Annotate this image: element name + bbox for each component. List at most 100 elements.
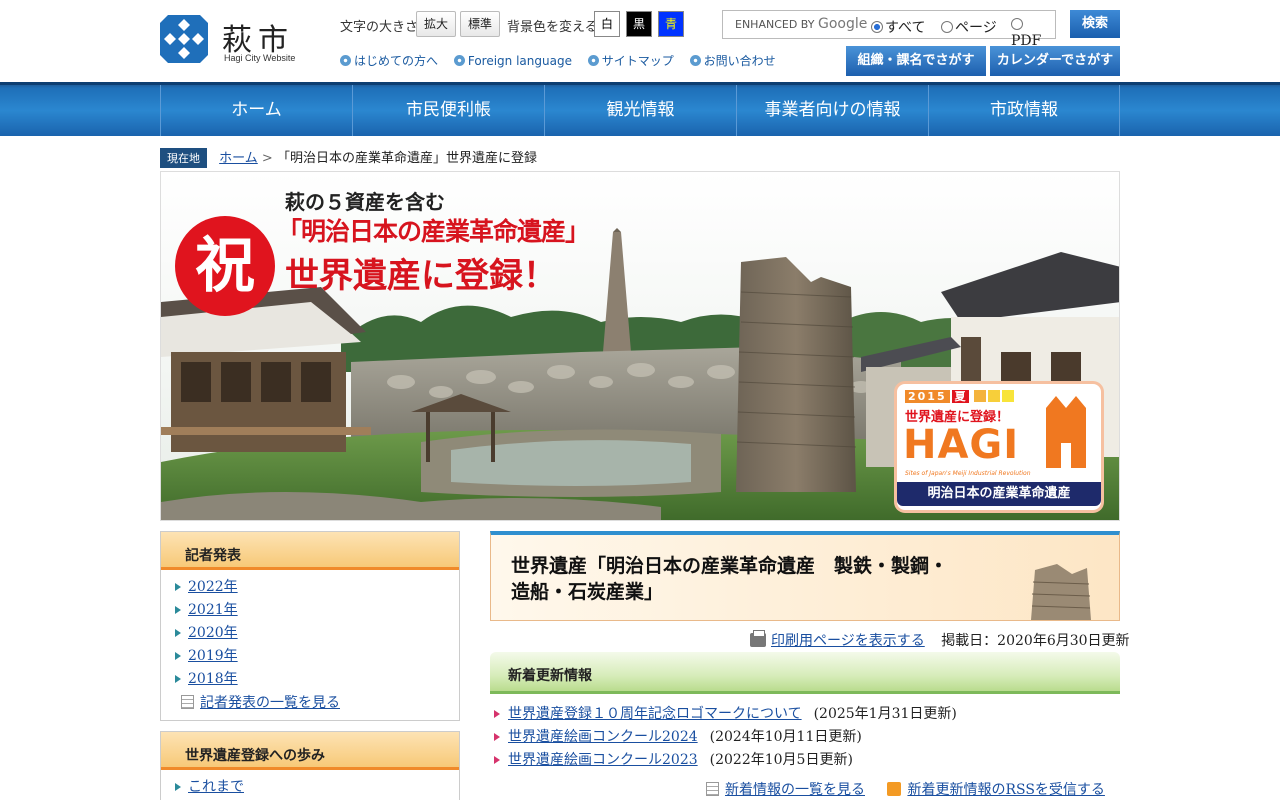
arrow-icon (175, 606, 181, 614)
bullet-icon (453, 55, 465, 66)
logo-subtitle: Hagi City Website (224, 53, 296, 63)
press-list-link[interactable]: 記者発表の一覧を見る (200, 695, 340, 711)
heritage-history-link[interactable]: これまで (188, 779, 244, 795)
page-title-box: 世界遺産「明治日本の産業革命遺産 製鉄・製鋼・造船・石炭産業」 (490, 531, 1120, 621)
calendar-search-button[interactable]: カレンダーでさがす (990, 46, 1120, 76)
hero-line2: 「明治日本の産業革命遺産」 (277, 217, 590, 246)
badge-year: 2015 (905, 390, 950, 403)
radio-icon (941, 21, 953, 33)
printer-icon (750, 630, 766, 647)
search-button[interactable]: 検索 (1070, 10, 1120, 38)
news-header: 新着更新情報 (490, 652, 1120, 694)
badge-season: 夏 (951, 390, 969, 403)
global-nav: ホーム 市民便利帳 観光情報 事業者向けの情報 市政情報 (0, 82, 1280, 136)
badge-english: Sites of Japan's Meiji Industrial Revolu… (905, 470, 1031, 477)
chimney-ruin-icon (1031, 564, 1091, 620)
heritage-steps-box: 世界遺産登録への歩み これまで (160, 731, 460, 800)
news-list: 世界遺産登録１０周年記念ロゴマークについて (2025年1月31日更新) 世界遺産… (494, 703, 957, 772)
nav-tourism[interactable]: 観光情報 (544, 85, 736, 136)
news-item: 世界遺産登録１０周年記念ロゴマークについて (2025年1月31日更新) (494, 703, 957, 726)
news-link-contest-2024[interactable]: 世界遺産絵画コンクール2024 (508, 729, 698, 745)
triangle-icon (494, 756, 500, 764)
hero-banner: 祝 萩の５資産を含む 「明治日本の産業革命遺産」 世界遺産に登録！ 2015 夏 … (160, 171, 1120, 521)
heritage-steps-list: これまで (161, 770, 459, 799)
bullet-icon (587, 55, 599, 66)
arrow-icon (175, 783, 181, 791)
rss-icon (887, 782, 902, 796)
breadcrumb-home-link[interactable]: ホーム (219, 151, 258, 166)
nav-home[interactable]: ホーム (160, 85, 352, 136)
press-2021-link[interactable]: 2021年 (188, 602, 238, 618)
list-item: これまで (175, 776, 459, 799)
chimney-icon (1046, 396, 1086, 468)
list-item: 2018年 (175, 668, 459, 691)
news-footer: 新着情報の一覧を見る 新着更新情報のRSSを受信する (706, 779, 1105, 799)
font-standard-button[interactable]: 標準 (460, 11, 500, 37)
list-item: 2019年 (175, 645, 459, 668)
triangle-icon (494, 733, 500, 741)
arrow-icon (175, 675, 181, 683)
celebrate-badge: 祝 (175, 216, 275, 316)
news-list-link[interactable]: 新着情報の一覧を見る (725, 782, 865, 798)
search-scope-pdf-radio[interactable]: PDF (1011, 17, 1055, 49)
press-more: 記者発表の一覧を見る (161, 691, 459, 715)
press-2020-link[interactable]: 2020年 (188, 625, 238, 641)
site-header: 萩市 Hagi City Website 文字の大きさ 拡大 標準 背景色を変え… (0, 0, 1280, 82)
list-item: 2020年 (175, 622, 459, 645)
hero-line3: 世界遺産に登録！ (285, 256, 557, 296)
font-size-label: 文字の大きさ (340, 20, 419, 35)
press-release-list: 2022年 2021年 2020年 2019年 2018年 (161, 570, 459, 691)
news-item: 世界遺産絵画コンクール2023 (2022年10月5日更新) (494, 749, 957, 772)
page-title: 世界遺産「明治日本の産業革命遺産 製鉄・製鋼・造船・石炭産業」 (511, 555, 949, 603)
bg-white-button[interactable]: 白 (594, 11, 620, 37)
bg-black-button[interactable]: 黒 (626, 11, 652, 37)
badge-japanese: 明治日本の産業革命遺産 (897, 482, 1101, 506)
search-input[interactable]: ENHANCED BY Google すべて ページ PDF (722, 10, 1056, 49)
hero-line1: 萩の５資産を含む (285, 190, 445, 214)
bullet-icon (340, 55, 351, 66)
list-item: 2021年 (175, 599, 459, 622)
bg-blue-button[interactable]: 青 (658, 11, 684, 37)
breadcrumb-current: 「明治日本の産業革命遺産」世界遺産に登録 (276, 151, 537, 166)
nav-city-admin[interactable]: 市政情報 (928, 85, 1120, 136)
header-sublinks: はじめての方へ Foreign language サイトマップ お問い合わせ (340, 52, 788, 69)
breadcrumb: 現在地 ホーム > 「明治日本の産業革命遺産」世界遺産に登録 (160, 147, 537, 168)
press-release-header: 記者発表 (161, 532, 459, 570)
breadcrumb-separator: > (261, 151, 273, 166)
nav-citizen-guide[interactable]: 市民便利帳 (352, 85, 544, 136)
site-logo[interactable]: 萩市 Hagi City Website (160, 15, 310, 67)
google-branding: ENHANCED BY Google (735, 16, 868, 32)
radio-checked-icon (871, 21, 883, 33)
badge-hagi: HAGI (903, 422, 1020, 468)
arrow-icon (175, 652, 181, 660)
print-page-link[interactable]: 印刷用ページを表示する (771, 633, 925, 649)
sitemap-link[interactable]: サイトマップ (587, 52, 674, 69)
breadcrumb-here-label: 現在地 (160, 148, 207, 168)
bullet-icon (689, 55, 701, 66)
radio-icon (1011, 18, 1023, 30)
arrow-icon (175, 583, 181, 591)
bg-color-label: 背景色を変える (507, 20, 598, 35)
search-scope-all-radio[interactable]: すべて (871, 17, 925, 37)
list-item: 2022年 (175, 576, 459, 599)
org-search-button[interactable]: 組織・課名でさがす (846, 46, 986, 76)
hagi-logo-icon (160, 15, 208, 63)
press-2018-link[interactable]: 2018年 (188, 671, 238, 687)
first-visit-link[interactable]: はじめての方へ (340, 52, 438, 69)
contact-link[interactable]: お問い合わせ (689, 52, 776, 69)
print-line: 印刷用ページを表示する 掲載日：2020年6月30日更新 (750, 630, 1130, 650)
arrow-icon (175, 629, 181, 637)
document-icon (706, 782, 719, 796)
rss-link[interactable]: 新着更新情報のRSSを受信する (907, 782, 1104, 798)
font-enlarge-button[interactable]: 拡大 (416, 11, 456, 37)
nav-business[interactable]: 事業者向けの情報 (736, 85, 928, 136)
document-icon (181, 695, 194, 709)
foreign-language-link[interactable]: Foreign language (453, 54, 572, 68)
hagi-heritage-badge: 2015 夏 世界遺産に登録！ HAGI Sites of Japan's Mei… (897, 384, 1101, 510)
press-2019-link[interactable]: 2019年 (188, 648, 238, 664)
search-scope-page-radio[interactable]: ページ (941, 17, 997, 37)
triangle-icon (494, 710, 500, 718)
press-2022-link[interactable]: 2022年 (188, 579, 238, 595)
news-link-logo[interactable]: 世界遺産登録１０周年記念ロゴマークについて (508, 706, 802, 722)
news-link-contest-2023[interactable]: 世界遺産絵画コンクール2023 (508, 752, 698, 768)
